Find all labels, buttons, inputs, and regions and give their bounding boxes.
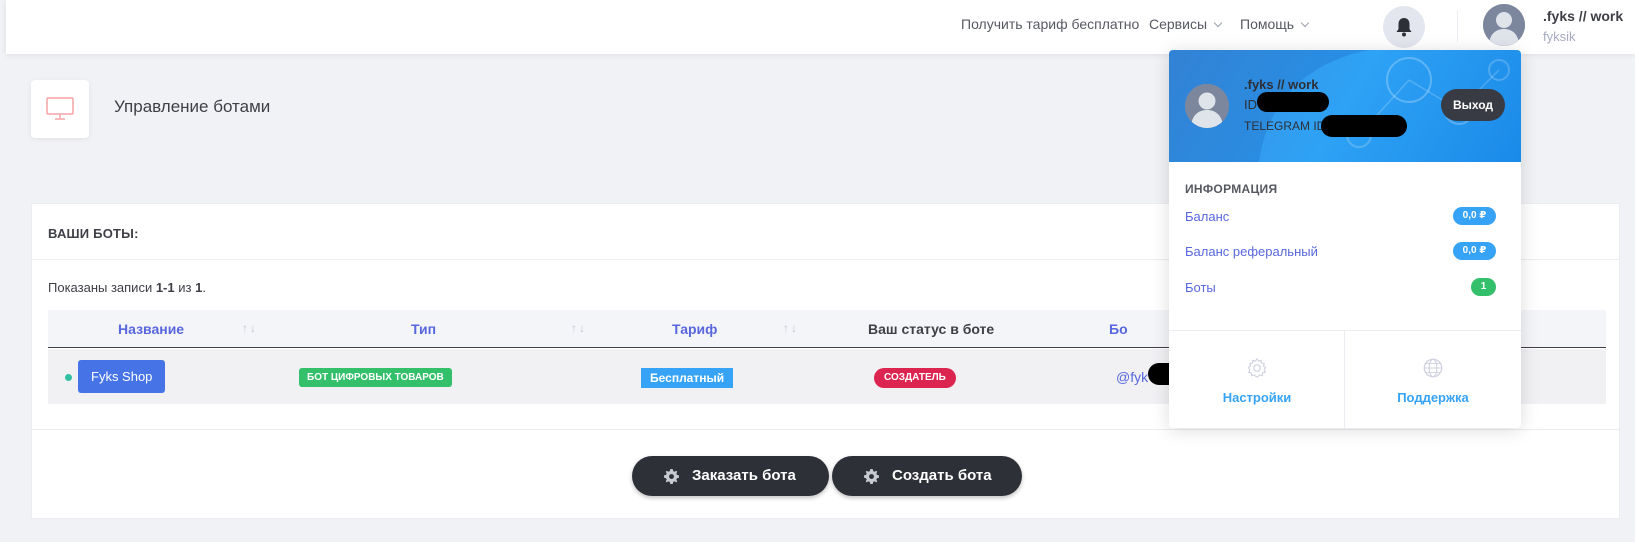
portlet-footer-divider [32,429,1619,430]
redaction-mark [1321,115,1407,137]
services-menu[interactable]: Сервисы [1149,16,1223,32]
order-bot-button[interactable]: Заказать бота [632,456,829,496]
sort-icon[interactable]: ↑↓ [783,321,799,335]
redaction-mark [1257,92,1329,112]
portlet-title: ВАШИ БОТЫ: [48,226,139,241]
help-label: Помощь [1240,16,1295,32]
free-tariff-link[interactable]: Получить тариф бесплатно [961,16,1139,32]
dropdown-user-name: .fyks // work [1244,77,1319,92]
settings-label: Настройки [1222,390,1292,405]
dropdown-avatar [1185,84,1229,128]
support-button[interactable]: Поддержка [1345,331,1521,428]
monitor-icon [46,97,74,120]
balance-link[interactable]: Баланс [1185,209,1229,224]
info-section-title: ИНФОРМАЦИЯ [1185,182,1278,196]
page-icon-box [31,80,89,138]
services-label: Сервисы [1149,16,1208,32]
gear-icon [664,469,679,484]
gear-icon [864,469,879,484]
logout-button[interactable]: Выход [1441,89,1505,121]
order-bot-label: Заказать бота [692,467,796,484]
online-status-dot [65,374,72,381]
tariff-badge: Бесплатный [641,368,734,388]
help-menu[interactable]: Помощь [1240,16,1310,32]
top-user-login: fyksik [1543,29,1576,44]
dropdown-header: .fyks // work ID TELEGRAM ID Выход [1169,50,1521,162]
dropdown-footer: Настройки Поддержка [1169,330,1521,428]
gear-icon [1247,357,1267,378]
chevron-down-icon [1213,18,1223,28]
sort-icon[interactable]: ↑↓ [242,321,258,335]
support-label: Поддержка [1397,390,1469,405]
summary-suffix: . [202,280,206,295]
bot-username-link[interactable]: @fyk [1116,369,1148,385]
records-summary: Показаны записи 1-1 из 1. [48,280,206,295]
dropdown-user-id: ID [1244,97,1257,112]
user-avatar[interactable] [1483,4,1525,46]
balance-badge: 0,0 ₽ [1453,207,1496,225]
column-tariff[interactable]: Тариф [672,321,717,337]
summary-prefix: Показаны записи [48,280,156,295]
status-badge: СОЗДАТЕЛЬ [874,368,956,388]
bell-icon [1396,18,1412,37]
sort-icon[interactable]: ↑↓ [571,321,587,335]
create-bot-button[interactable]: Создать бота [832,456,1022,496]
column-status: Ваш статус в боте [868,321,995,337]
referral-balance-link[interactable]: Баланс реферальный [1185,244,1318,259]
bots-link[interactable]: Боты [1185,280,1216,295]
top-user-name[interactable]: .fyks // work [1543,8,1623,24]
summary-mid: из [174,280,196,295]
notifications-button[interactable] [1383,6,1425,48]
referral-balance-badge: 0,0 ₽ [1453,242,1496,260]
column-name[interactable]: Название [118,321,184,337]
settings-button[interactable]: Настройки [1169,331,1345,428]
chevron-down-icon [1300,18,1310,28]
summary-range: 1-1 [155,280,175,295]
topbar-separator [1457,10,1458,42]
bot-name-button[interactable]: Fyks Shop [78,360,166,393]
column-bot[interactable]: Бо [1109,321,1128,337]
globe-icon [1423,358,1443,378]
user-dropdown: .fyks // work ID TELEGRAM ID Выход ИНФОР… [1169,50,1521,428]
column-type[interactable]: Тип [411,321,436,337]
top-bar: Получить тариф бесплатно Сервисы Помощь … [6,0,1635,54]
bot-type-badge: БОТ ЦИФРОВЫХ ТОВАРОВ [299,368,452,387]
bots-count-badge: 1 [1471,278,1496,296]
create-bot-label: Создать бота [892,467,992,484]
dropdown-telegram-id: TELEGRAM ID [1244,119,1326,133]
page-title: Управление ботами [114,97,271,116]
